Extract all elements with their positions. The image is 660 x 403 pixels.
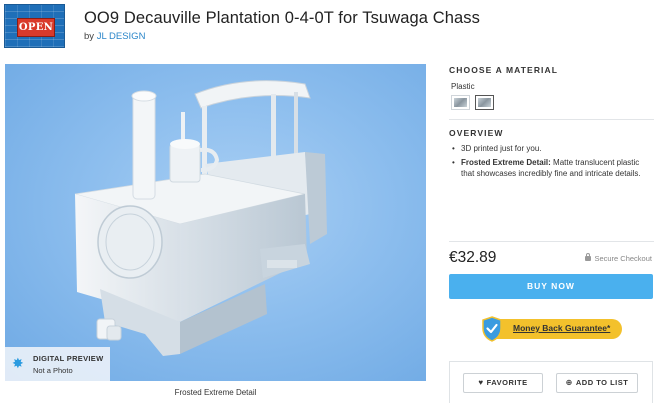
buy-now-button[interactable]: BUY NOW [449, 274, 653, 299]
add-to-list-button[interactable]: ⊕ ADD TO LIST [556, 373, 638, 393]
digital-preview-badge: ✸ DIGITAL PREVIEW Not a Photo [5, 347, 110, 381]
heart-icon: ♥ [478, 378, 484, 387]
divider [449, 119, 654, 120]
open-sign-logo-text: OPEN [17, 18, 55, 37]
plus-circle-icon: ⊕ [565, 378, 573, 387]
shop-logo[interactable]: OPEN [4, 4, 65, 48]
shield-check-icon [482, 316, 502, 342]
secure-checkout: Secure Checkout [585, 253, 652, 263]
guarantee-link[interactable]: Money Back Guarantee* [513, 323, 610, 333]
designer-link[interactable]: JL DESIGN [97, 31, 146, 42]
star-burst-icon: ✸ [12, 355, 24, 371]
price: €32.89 [449, 249, 497, 266]
material-group-label: Plastic [451, 82, 475, 91]
product-image[interactable] [5, 64, 426, 381]
overview-list: 3D printed just for you. Frosted Extreme… [451, 143, 651, 182]
byline: by JL DESIGN [84, 31, 145, 42]
lock-icon [585, 253, 592, 261]
overview-heading: OVERVIEW [449, 128, 504, 138]
preview-title: DIGITAL PREVIEW [33, 354, 104, 363]
money-back-guarantee[interactable]: Money Back Guarantee* [479, 316, 624, 342]
preview-subtitle: Not a Photo [33, 366, 73, 375]
image-caption: Frosted Extreme Detail [174, 388, 257, 397]
byline-prefix: by [84, 31, 95, 42]
favorite-button[interactable]: ♥ FAVORITE [463, 373, 543, 393]
divider [449, 241, 654, 242]
product-title: OO9 Decauville Plantation 0-4-0T for Tsu… [84, 9, 481, 27]
overview-item: Frosted Extreme Detail: Matte translucen… [451, 157, 651, 179]
overview-item: 3D printed just for you. [451, 143, 651, 154]
material-swatch-selected[interactable] [475, 95, 494, 110]
material-swatch[interactable] [451, 95, 470, 110]
locomotive-render [74, 80, 327, 356]
material-heading: CHOOSE A MATERIAL [449, 65, 559, 75]
